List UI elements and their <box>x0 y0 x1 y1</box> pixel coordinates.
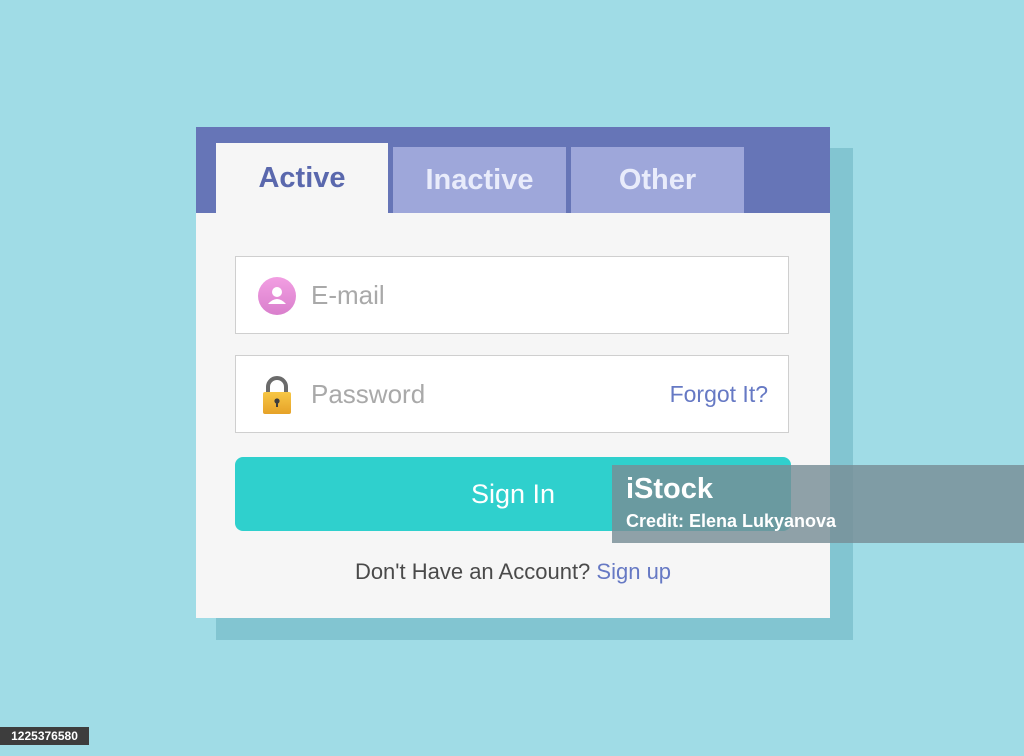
email-input[interactable] <box>311 257 641 333</box>
tab-other[interactable]: Other <box>571 147 744 213</box>
signup-row: Don't Have an Account? Sign up <box>196 559 830 585</box>
login-card: Active Inactive Other E-mail Forgot It? … <box>196 127 830 618</box>
istock-logo: iStock <box>626 473 714 505</box>
lock-icon <box>263 376 291 414</box>
sign-up-link[interactable]: Sign up <box>596 559 671 584</box>
watermark: iStock Credit: Elena Lukyanova <box>612 465 1024 543</box>
user-icon <box>258 277 296 315</box>
email-field[interactable] <box>235 256 789 334</box>
tab-active[interactable]: Active <box>216 143 388 213</box>
forgot-password-link[interactable]: Forgot It? <box>670 356 768 432</box>
stock-id-label: 1225376580 <box>0 727 89 745</box>
tab-bar: Active Inactive Other <box>196 127 830 213</box>
password-field[interactable]: Forgot It? <box>235 355 789 433</box>
tab-inactive[interactable]: Inactive <box>393 147 566 213</box>
password-input[interactable] <box>311 356 641 432</box>
signup-prompt: Don't Have an Account? <box>354 559 591 584</box>
credit-text: Credit: Elena Lukyanova <box>626 511 837 531</box>
